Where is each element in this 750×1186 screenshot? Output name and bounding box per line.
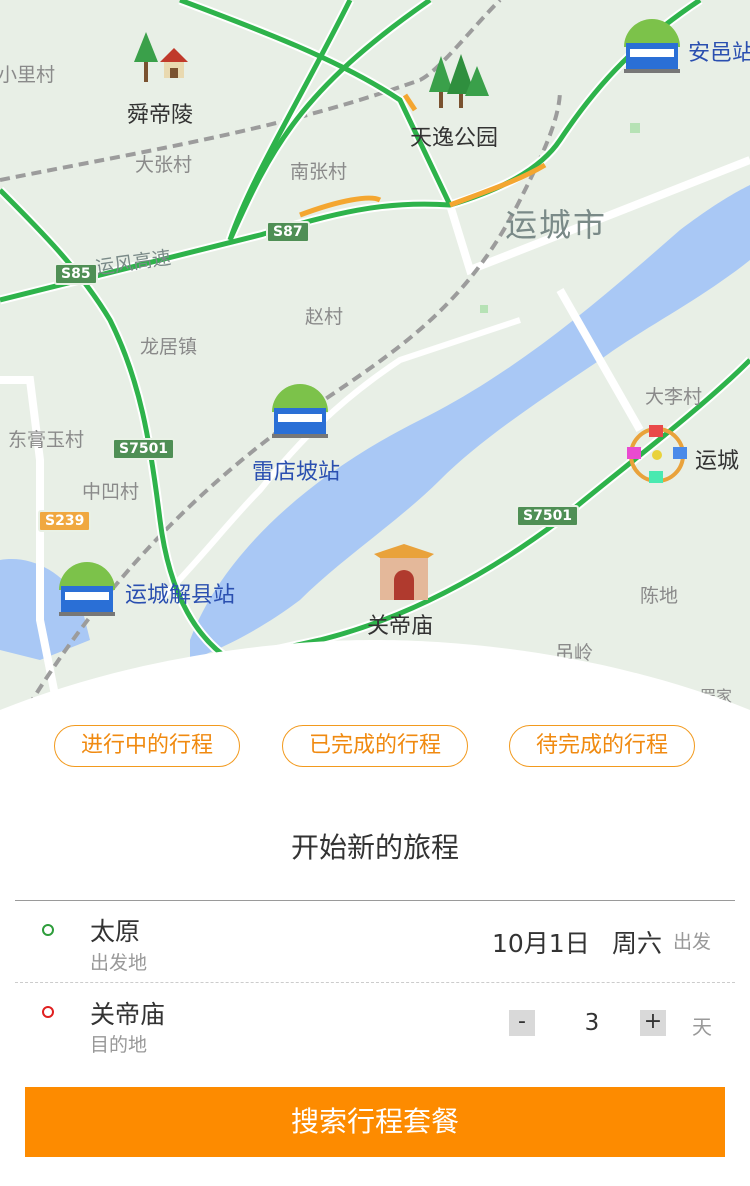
duration-unit: 天 bbox=[692, 1015, 712, 1039]
place-label: 大李村 bbox=[645, 386, 703, 408]
place-label: 南张村 bbox=[290, 161, 348, 183]
road-shield: S87 bbox=[266, 221, 310, 243]
train-station-icon[interactable] bbox=[268, 380, 332, 444]
road-shield: S85 bbox=[54, 263, 98, 285]
poi-label[interactable]: 运城 bbox=[695, 443, 739, 475]
tab-pending[interactable]: 待完成的行程 bbox=[509, 725, 695, 767]
train-station-icon[interactable] bbox=[55, 558, 119, 622]
duration-value: 3 bbox=[584, 1010, 600, 1036]
origin-dot-icon bbox=[42, 924, 54, 936]
poi-label[interactable]: 安邑站 bbox=[688, 35, 750, 67]
divider bbox=[15, 982, 735, 983]
poi-label[interactable]: 雷店坡站 bbox=[252, 454, 340, 486]
origin-label: 出发地 bbox=[90, 952, 148, 974]
destination-dot-icon bbox=[42, 1006, 54, 1018]
place-label: 中凹村 bbox=[82, 481, 140, 503]
departure-suffix: 出发 bbox=[673, 931, 712, 953]
road-shield: S7501 bbox=[112, 438, 176, 460]
section-title: 开始新的旅程 bbox=[290, 831, 459, 864]
park-icon[interactable] bbox=[425, 52, 489, 116]
departure-date[interactable]: 10月1日 bbox=[492, 924, 590, 960]
place-label: 龙居镇 bbox=[140, 336, 198, 358]
poi-label[interactable]: 天逸公园 bbox=[410, 120, 498, 152]
divider bbox=[15, 900, 735, 901]
duration-increment-button[interactable]: + bbox=[640, 1010, 666, 1036]
place-label: 东膏玉村 bbox=[8, 429, 85, 451]
place-label: 赵村 bbox=[305, 306, 344, 328]
poi-label[interactable]: 运城解县站 bbox=[125, 577, 235, 609]
search-packages-button[interactable]: 搜索行程套餐 bbox=[25, 1087, 725, 1157]
place-label: 大张村 bbox=[135, 154, 193, 176]
city-label: 运城市 bbox=[505, 206, 608, 244]
duration-decrement-button[interactable]: - bbox=[509, 1010, 535, 1036]
departure-weekday[interactable]: 周六 bbox=[612, 924, 662, 960]
place-label: 小里村 bbox=[0, 64, 56, 86]
tree-icon[interactable] bbox=[130, 28, 194, 92]
destination-label: 目的地 bbox=[90, 1034, 148, 1056]
tab-in-progress[interactable]: 进行中的行程 bbox=[54, 725, 240, 767]
temple-icon[interactable] bbox=[372, 540, 436, 604]
origin-city[interactable]: 太原 bbox=[90, 912, 140, 948]
map-view[interactable]: 小里村 大张村 南张村 赵村 龙居镇 东膏玉村 中凹村 大李村 陈地 吊岭 罡家… bbox=[0, 0, 750, 720]
poi-label[interactable]: 关帝庙 bbox=[367, 608, 433, 640]
destination-city[interactable]: 关帝庙 bbox=[90, 995, 165, 1031]
train-station-icon[interactable] bbox=[620, 15, 684, 79]
ferris-wheel-icon[interactable] bbox=[625, 425, 689, 489]
road-shield: S239 bbox=[38, 510, 92, 532]
place-label: 陈地 bbox=[640, 585, 679, 607]
road-shield: S7501 bbox=[516, 505, 580, 527]
tab-completed[interactable]: 已完成的行程 bbox=[282, 725, 468, 767]
poi-label[interactable]: 舜帝陵 bbox=[127, 97, 193, 129]
